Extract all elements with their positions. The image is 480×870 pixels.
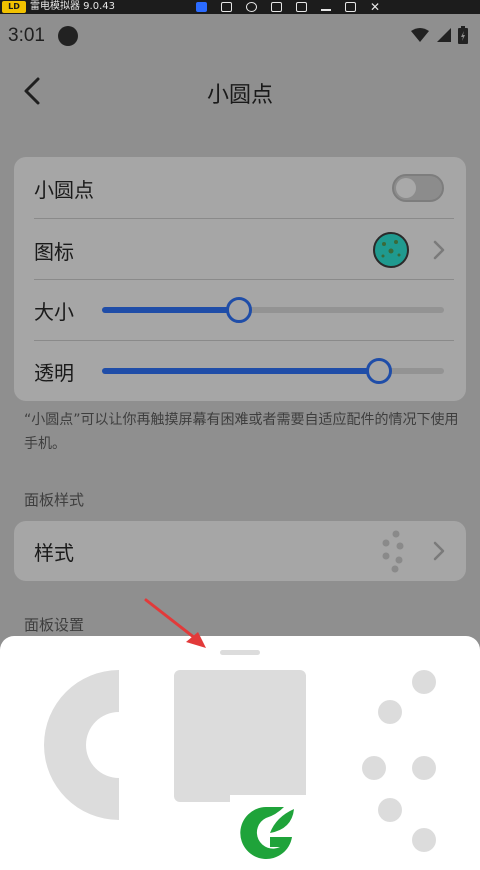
icon-label: 图标	[34, 240, 74, 264]
slider-thumb[interactable]	[225, 297, 252, 323]
notification-dot-icon	[58, 26, 78, 46]
popout-icon[interactable]	[296, 2, 307, 12]
toggle-knob	[396, 178, 416, 198]
floating-dot-toggle[interactable]	[392, 174, 444, 202]
size-slider[interactable]	[102, 295, 444, 325]
icon-row[interactable]: 图标	[14, 219, 466, 281]
slider-fill	[102, 307, 239, 313]
description-text: “小圆点”可以让你再触摸屏幕有困难或者需要自适应配件的情况下使用手机。	[24, 412, 459, 452]
minimize-icon[interactable]	[321, 9, 331, 11]
emulator-title: 雷电模拟器 9.0.43	[30, 1, 115, 12]
battery-icon	[458, 26, 468, 44]
globe-dot-icon	[373, 232, 409, 268]
signal-icon	[437, 28, 451, 42]
style-row[interactable]: 样式	[14, 521, 466, 581]
floating-dot-settings-card: 小圆点 图标 大小 透明	[14, 157, 466, 401]
panel-style-option-square[interactable]	[174, 670, 306, 802]
emulator-title-bar: LD 雷电模拟器 9.0.43 ✕	[0, 0, 480, 14]
close-icon[interactable]: ✕	[370, 0, 380, 14]
panel-settings-section-title: 面板设置	[24, 616, 85, 634]
style-label: 样式	[34, 541, 74, 565]
dots-style-icon	[382, 530, 404, 573]
status-bar: 3:01	[0, 14, 480, 58]
status-time: 3:01	[8, 25, 45, 46]
wifi-icon	[411, 28, 429, 42]
floating-dot-label: 小圆点	[34, 178, 94, 202]
account-icon[interactable]	[246, 2, 257, 12]
leaf-logo-icon	[240, 807, 294, 859]
mail-icon[interactable]	[271, 2, 282, 12]
panel-style-section-title: 面板样式	[24, 491, 85, 509]
transparency-label: 透明	[34, 361, 74, 385]
red-pointer-arrow	[144, 598, 206, 648]
panel-style-option-half-ring[interactable]	[44, 670, 124, 820]
panel-style-option-dots[interactable]	[360, 668, 440, 870]
transparency-slider[interactable]	[102, 356, 444, 386]
watermark	[230, 795, 322, 870]
chevron-right-icon	[433, 541, 445, 561]
gamepad-icon[interactable]	[221, 2, 232, 12]
maximize-icon[interactable]	[345, 2, 356, 12]
size-row: 大小	[14, 279, 466, 341]
boost-icon[interactable]	[196, 2, 207, 12]
slider-thumb[interactable]	[366, 358, 393, 384]
sheet-handle[interactable]	[220, 650, 260, 655]
page-title: 小圆点	[206, 83, 273, 108]
size-label: 大小	[34, 300, 74, 324]
floating-dot-toggle-row[interactable]: 小圆点	[14, 157, 466, 219]
chevron-right-icon	[433, 240, 445, 260]
transparency-row: 透明	[14, 340, 466, 402]
slider-fill	[102, 368, 380, 374]
emulator-logo: LD	[2, 1, 26, 13]
